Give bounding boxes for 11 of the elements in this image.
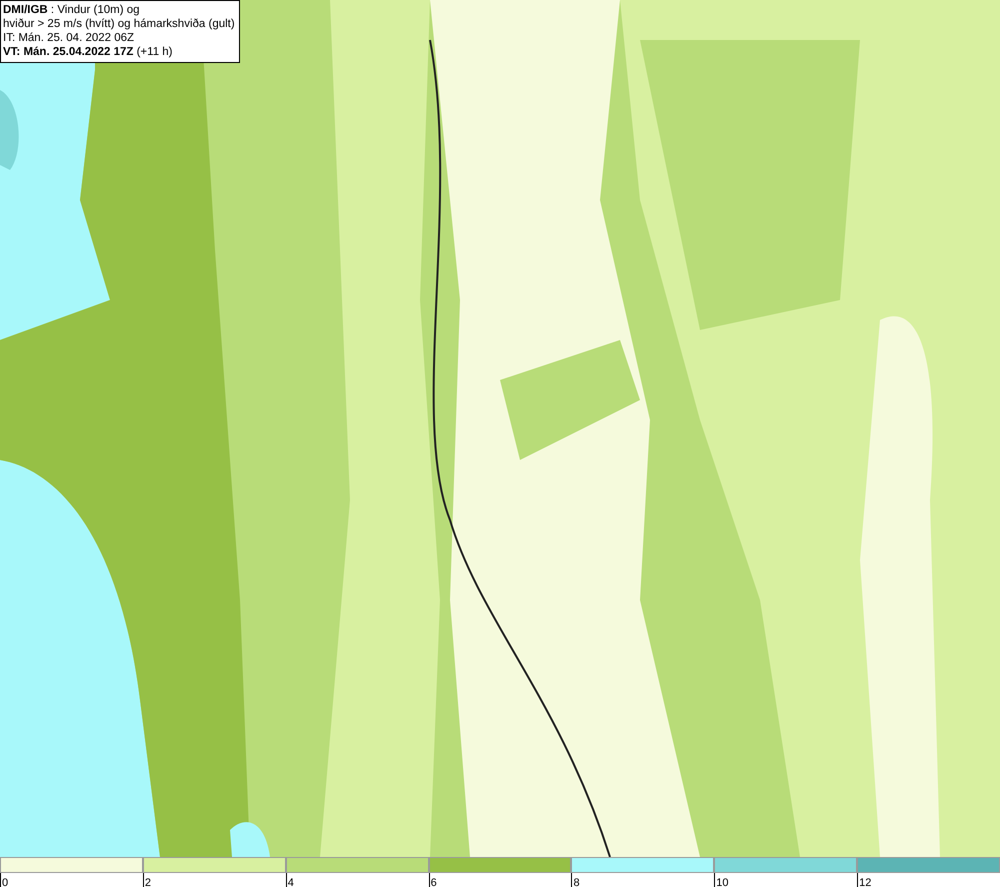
info-line: DMI/IGB : Vindur (10m) og <box>3 3 141 17</box>
legend-label: 4 <box>286 877 294 887</box>
legend-label: 10 <box>715 877 729 887</box>
info-line: VT: Mán. 25.04.2022 17Z (+11 h) <box>3 45 174 59</box>
legend-label: 8 <box>572 877 580 887</box>
legend-label: 6 <box>430 877 437 887</box>
legend-label: 0 <box>1 877 8 887</box>
legend-label: 12 <box>858 877 872 887</box>
info-line: hviður > 25 m/s (hvítt) og hámarkshviða (gult) <box>3 17 235 31</box>
legend-label: 2 <box>144 877 151 887</box>
info-line: IT: Mán. 25. 04. 2022 06Z <box>3 31 136 45</box>
